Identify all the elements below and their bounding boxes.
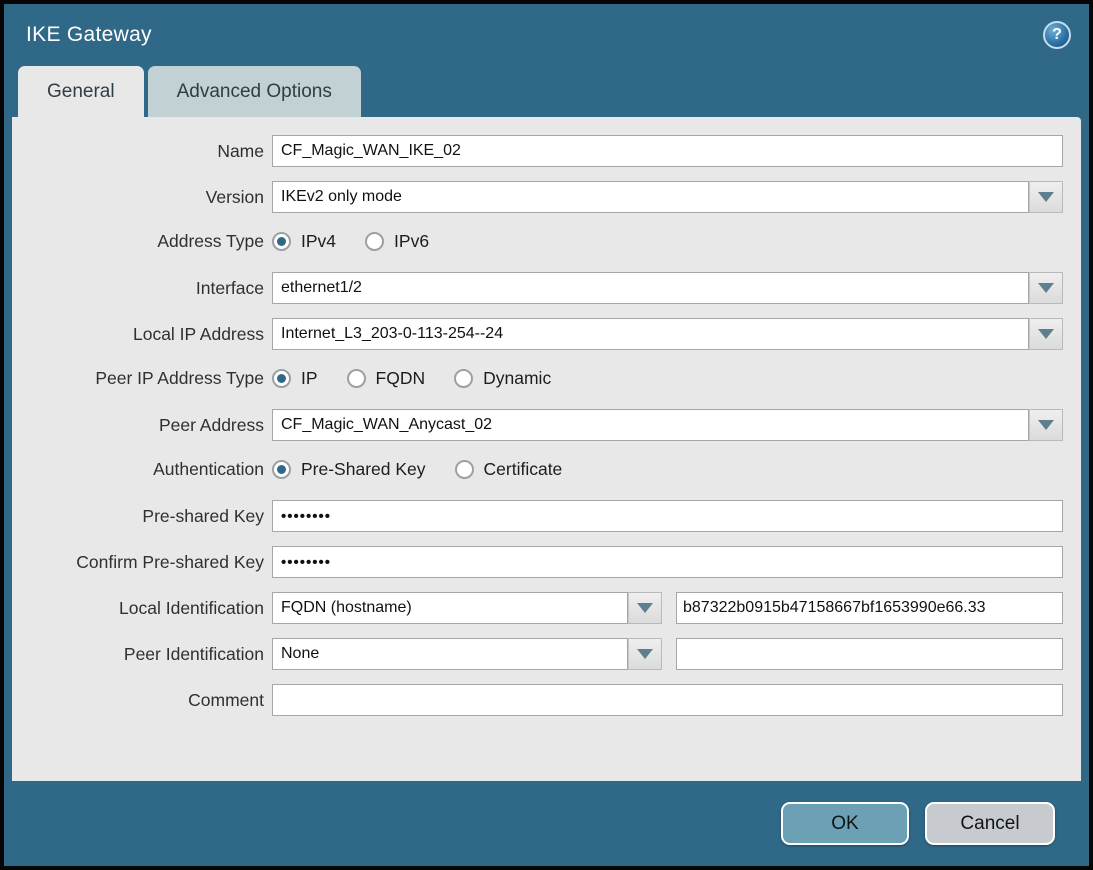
peer-address-label: Peer Address — [12, 415, 264, 436]
radio-option-ip: IP — [272, 368, 318, 389]
ipv4-radio[interactable] — [272, 232, 291, 251]
title-bar: IKE Gateway ? — [4, 4, 1089, 66]
peer-identification-dropdown-button[interactable] — [628, 638, 662, 670]
version-value[interactable]: IKEv2 only mode — [272, 181, 1029, 213]
tab-general[interactable]: General — [18, 66, 144, 117]
row-local-ip-address: Local IP Address Internet_L3_203-0-113-2… — [12, 318, 1081, 350]
pre-shared-key-radio[interactable] — [272, 460, 291, 479]
peer-identification-value-input[interactable] — [676, 638, 1063, 670]
radio-option-ipv4: IPv4 — [272, 231, 336, 252]
certificate-radio-label: Certificate — [484, 459, 563, 480]
dialog-title: IKE Gateway — [26, 23, 152, 47]
local-ip-address-dropdown-button[interactable] — [1029, 318, 1063, 350]
dialog-footer: OK Cancel — [4, 781, 1089, 866]
row-interface: Interface ethernet1/2 — [12, 272, 1081, 304]
general-tab-panel: Name Version IKEv2 only mode Address Typ… — [12, 117, 1081, 781]
row-address-type: Address Type IPv4 IPv6 — [12, 227, 1081, 255]
ike-gateway-dialog: IKE Gateway ? General Advanced Options N… — [0, 0, 1093, 870]
peer-identification-type-value[interactable]: None — [272, 638, 628, 670]
cancel-button[interactable]: Cancel — [925, 802, 1055, 845]
tab-bar: General Advanced Options — [4, 66, 1089, 117]
comment-label: Comment — [12, 690, 264, 711]
peer-ip-address-type-label: Peer IP Address Type — [12, 368, 264, 389]
radio-option-dynamic: Dynamic — [454, 368, 551, 389]
interface-value[interactable]: ethernet1/2 — [272, 272, 1029, 304]
peer-identification-label: Peer Identification — [12, 644, 264, 665]
fqdn-radio[interactable] — [347, 369, 366, 388]
local-identification-type-value[interactable]: FQDN (hostname) — [272, 592, 628, 624]
version-dropdown[interactable]: IKEv2 only mode — [272, 181, 1063, 213]
local-identification-label: Local Identification — [12, 598, 264, 619]
interface-label: Interface — [12, 278, 264, 299]
chevron-down-icon — [1038, 192, 1054, 202]
ip-radio-label: IP — [301, 368, 318, 389]
fqdn-radio-label: FQDN — [376, 368, 426, 389]
ok-button[interactable]: OK — [781, 802, 909, 845]
row-name: Name — [12, 135, 1081, 167]
pre-shared-key-label: Pre-shared Key — [12, 506, 264, 527]
local-ip-address-label: Local IP Address — [12, 324, 264, 345]
radio-option-certificate: Certificate — [455, 459, 563, 480]
row-peer-identification: Peer Identification None — [12, 638, 1081, 670]
radio-option-fqdn: FQDN — [347, 368, 426, 389]
peer-address-value[interactable]: CF_Magic_WAN_Anycast_02 — [272, 409, 1029, 441]
local-ip-address-dropdown[interactable]: Internet_L3_203-0-113-254--24 — [272, 318, 1063, 350]
chevron-down-icon — [637, 649, 653, 659]
tab-advanced-options[interactable]: Advanced Options — [148, 66, 361, 117]
radio-option-ipv6: IPv6 — [365, 231, 429, 252]
peer-address-dropdown[interactable]: CF_Magic_WAN_Anycast_02 — [272, 409, 1063, 441]
version-label: Version — [12, 187, 264, 208]
dynamic-radio[interactable] — [454, 369, 473, 388]
chevron-down-icon — [1038, 420, 1054, 430]
name-label: Name — [12, 141, 264, 162]
address-type-label: Address Type — [12, 231, 264, 252]
row-confirm-pre-shared-key: Confirm Pre-shared Key — [12, 546, 1081, 578]
local-identification-type-dropdown[interactable]: FQDN (hostname) — [272, 592, 662, 624]
ipv4-radio-label: IPv4 — [301, 231, 336, 252]
certificate-radio[interactable] — [455, 460, 474, 479]
ipv6-radio[interactable] — [365, 232, 384, 251]
confirm-pre-shared-key-input[interactable] — [272, 546, 1063, 578]
row-authentication: Authentication Pre-Shared Key Certificat… — [12, 455, 1081, 483]
name-input[interactable] — [272, 135, 1063, 167]
row-peer-address: Peer Address CF_Magic_WAN_Anycast_02 — [12, 409, 1081, 441]
interface-dropdown-button[interactable] — [1029, 272, 1063, 304]
comment-input[interactable] — [272, 684, 1063, 716]
row-pre-shared-key: Pre-shared Key — [12, 500, 1081, 532]
row-comment: Comment — [12, 684, 1081, 716]
peer-address-dropdown-button[interactable] — [1029, 409, 1063, 441]
row-local-identification: Local Identification FQDN (hostname) — [12, 592, 1081, 624]
interface-dropdown[interactable]: ethernet1/2 — [272, 272, 1063, 304]
ipv6-radio-label: IPv6 — [394, 231, 429, 252]
pre-shared-key-input[interactable] — [272, 500, 1063, 532]
peer-identification-type-dropdown[interactable]: None — [272, 638, 662, 670]
help-icon[interactable]: ? — [1043, 21, 1071, 49]
chevron-down-icon — [1038, 283, 1054, 293]
local-identification-value-input[interactable] — [676, 592, 1063, 624]
authentication-label: Authentication — [12, 459, 264, 480]
chevron-down-icon — [1038, 329, 1054, 339]
row-peer-ip-address-type: Peer IP Address Type IP FQDN Dynamic — [12, 364, 1081, 392]
radio-option-pre-shared-key: Pre-Shared Key — [272, 459, 426, 480]
row-version: Version IKEv2 only mode — [12, 181, 1081, 213]
version-dropdown-button[interactable] — [1029, 181, 1063, 213]
local-ip-address-value[interactable]: Internet_L3_203-0-113-254--24 — [272, 318, 1029, 350]
dynamic-radio-label: Dynamic — [483, 368, 551, 389]
chevron-down-icon — [637, 603, 653, 613]
pre-shared-key-radio-label: Pre-Shared Key — [301, 459, 426, 480]
confirm-pre-shared-key-label: Confirm Pre-shared Key — [12, 552, 264, 573]
ip-radio[interactable] — [272, 369, 291, 388]
local-identification-dropdown-button[interactable] — [628, 592, 662, 624]
